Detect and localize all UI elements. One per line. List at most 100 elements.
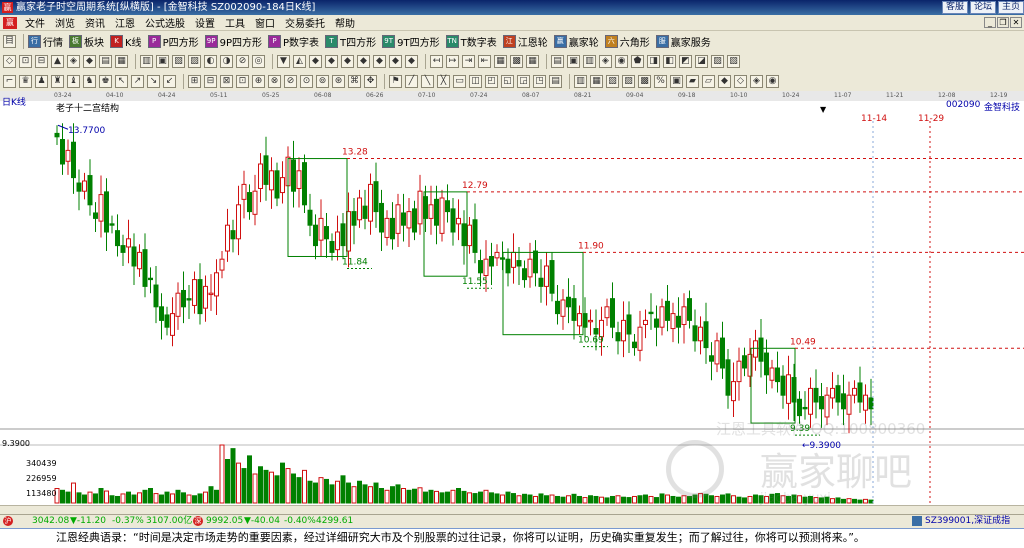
candle-body[interactable]	[533, 250, 538, 274]
candle-body[interactable]	[263, 155, 269, 185]
candle-body[interactable]	[219, 258, 225, 271]
candle-body[interactable]	[764, 352, 769, 376]
candle-body[interactable]	[731, 381, 736, 402]
candle-body[interactable]	[307, 209, 313, 226]
candle-body[interactable]	[170, 313, 175, 336]
candle-body[interactable]	[769, 367, 775, 381]
candle-body[interactable]	[621, 319, 626, 342]
analysis-tool-icon-8[interactable]: ↗	[131, 74, 144, 88]
drawing-tool-icon-22[interactable]: ◆	[373, 54, 386, 68]
drawing-tool-icon-21[interactable]: ◆	[357, 54, 370, 68]
drawing-tool-icon-20[interactable]: ◆	[341, 54, 354, 68]
candle-body[interactable]	[192, 279, 197, 306]
candle-body[interactable]	[692, 325, 698, 342]
candle-body[interactable]	[841, 393, 846, 410]
candle-body[interactable]	[577, 313, 582, 327]
menu-browse[interactable]: 浏览	[50, 15, 80, 30]
analysis-tool-icon-32[interactable]: ◳	[533, 74, 546, 88]
drawing-tool-icon-37[interactable]: ⬟	[631, 54, 644, 68]
candle-body[interactable]	[417, 190, 423, 225]
drawing-tool-icon-39[interactable]: ◧	[663, 54, 676, 68]
candle-body[interactable]	[549, 260, 555, 294]
drawing-tool-icon-24[interactable]: ◆	[405, 54, 418, 68]
candle-body[interactable]	[203, 285, 208, 309]
candle-body[interactable]	[87, 175, 93, 206]
candle-body[interactable]	[698, 326, 703, 342]
candle-body[interactable]	[159, 306, 164, 321]
drawing-tool-icon-34[interactable]: ▥	[583, 54, 596, 68]
candle-body[interactable]	[637, 326, 643, 351]
candle-body[interactable]	[511, 251, 516, 268]
drawing-tool-icon-30[interactable]: ▩	[510, 54, 523, 68]
analysis-tool-icon-23[interactable]: ⚑	[389, 74, 402, 88]
candle-body[interactable]	[197, 279, 203, 315]
drawing-tool-icon-0[interactable]: ◇	[3, 54, 16, 68]
analysis-tool-icon-13[interactable]: ⊠	[220, 74, 233, 88]
analysis-tool-icon-11[interactable]: ⊞	[188, 74, 201, 88]
drawing-tool-icon-11[interactable]: ▨	[188, 54, 201, 68]
analysis-tool-icon-10[interactable]: ↙	[163, 74, 176, 88]
candle-body[interactable]	[522, 268, 527, 281]
toolbar-settings-icon[interactable]: 目	[3, 34, 16, 48]
candle-body[interactable]	[258, 163, 263, 189]
candle-body[interactable]	[82, 180, 87, 192]
menu-trade[interactable]: 交易委托	[280, 15, 330, 30]
analysis-tool-icon-14[interactable]: ⊡	[236, 74, 249, 88]
candle-body[interactable]	[329, 241, 335, 253]
candle-body[interactable]	[808, 387, 813, 415]
toolbar-button-1[interactable]: 板板块	[69, 34, 104, 49]
candle-body[interactable]	[544, 265, 549, 287]
analysis-tool-icon-34[interactable]: ▥	[574, 74, 587, 88]
drawing-tool-icon-1[interactable]: ⊡	[19, 54, 32, 68]
candle-body[interactable]	[538, 277, 544, 287]
toolbar-button-7[interactable]: 9T 9T四方形	[382, 34, 440, 49]
candle-body[interactable]	[863, 394, 868, 411]
analysis-tool-icon-41[interactable]: ▰	[686, 74, 699, 88]
candle-body[interactable]	[390, 217, 395, 240]
drawing-tool-icon-18[interactable]: ◆	[309, 54, 322, 68]
drawing-tool-icon-40[interactable]: ◩	[679, 54, 692, 68]
candle-body[interactable]	[148, 277, 153, 281]
analysis-tool-icon-26[interactable]: ╳	[437, 74, 450, 88]
drawing-tool-icon-7[interactable]: ▦	[115, 54, 128, 68]
toolbar-button-12[interactable]: 服赢家服务	[655, 34, 711, 49]
candle-body[interactable]	[131, 246, 137, 267]
candle-body[interactable]	[797, 398, 802, 417]
drawing-tool-icon-2[interactable]: ⊟	[35, 54, 48, 68]
candle-body[interactable]	[412, 208, 417, 233]
analysis-tool-icon-9[interactable]: ↘	[147, 74, 160, 88]
candle-body[interactable]	[181, 289, 186, 308]
candle-body[interactable]	[379, 202, 384, 233]
candle-body[interactable]	[472, 219, 478, 253]
drawing-tool-icon-33[interactable]: ▣	[567, 54, 580, 68]
candle-body[interactable]	[626, 314, 632, 335]
candle-body[interactable]	[395, 204, 401, 234]
drawing-tool-icon-36[interactable]: ◉	[615, 54, 628, 68]
analysis-tool-icon-45[interactable]: ◈	[750, 74, 763, 88]
candle-body[interactable]	[93, 212, 98, 219]
candle-body[interactable]	[318, 217, 324, 241]
analysis-tool-icon-33[interactable]: ▤	[549, 74, 562, 88]
candle-body[interactable]	[340, 223, 346, 247]
toolbar-button-4[interactable]: 9P 9P四方形	[204, 34, 262, 49]
analysis-tool-icon-42[interactable]: ▱	[702, 74, 715, 88]
analysis-tool-icon-24[interactable]: ╱	[405, 74, 418, 88]
candle-body[interactable]	[742, 355, 747, 369]
candle-body[interactable]	[357, 197, 362, 221]
candle-body[interactable]	[153, 284, 159, 308]
candle-body[interactable]	[126, 238, 131, 248]
candle-body[interactable]	[142, 249, 148, 287]
candle-body[interactable]	[164, 314, 170, 328]
candle-body[interactable]	[445, 200, 450, 213]
status-right[interactable]: SZ399001,深证成指	[925, 515, 1010, 528]
analysis-tool-icon-31[interactable]: ◲	[517, 74, 530, 88]
candle-body[interactable]	[214, 272, 219, 297]
candle-body[interactable]	[588, 319, 593, 323]
candle-body[interactable]	[786, 374, 791, 404]
analysis-tool-icon-12[interactable]: ⊟	[204, 74, 217, 88]
menu-formula[interactable]: 公式选股	[140, 15, 190, 30]
analysis-tool-icon-4[interactable]: ♝	[67, 74, 80, 88]
candle-body[interactable]	[868, 397, 874, 410]
close-icon[interactable]: ✕	[1010, 17, 1022, 28]
candle-body[interactable]	[54, 132, 60, 138]
